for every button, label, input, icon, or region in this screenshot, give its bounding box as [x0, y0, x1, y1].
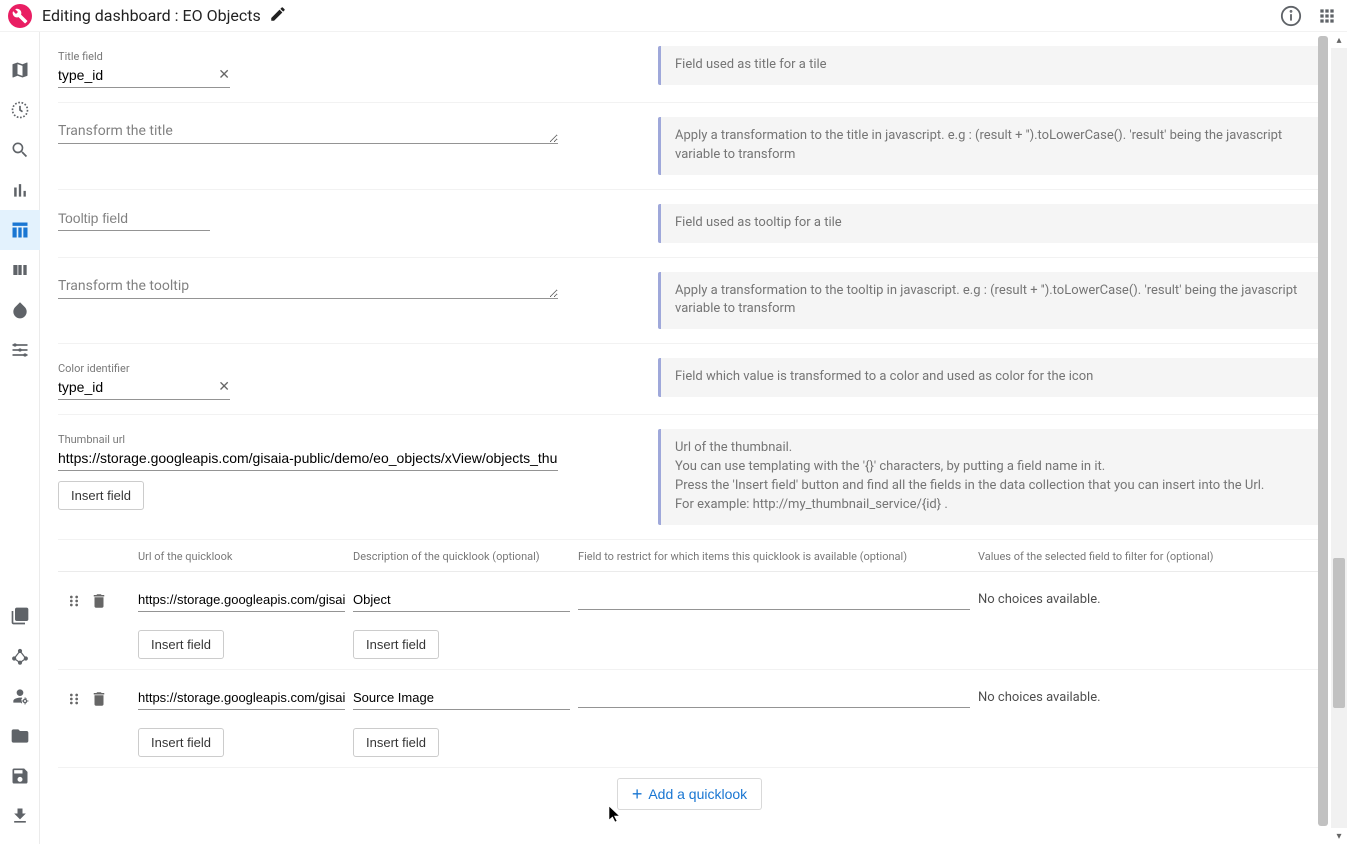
tune-icon	[10, 340, 30, 360]
quicklook-row: Insert field Insert field No choices ava…	[58, 572, 1321, 670]
sidebar-item-columns[interactable]	[0, 250, 40, 290]
title-field-label: Title field	[58, 50, 618, 63]
plus-icon: +	[632, 785, 643, 803]
apps-button[interactable]	[1315, 4, 1339, 28]
quicklook-url-input[interactable]	[138, 590, 345, 612]
quicklook-url-input[interactable]	[138, 688, 345, 710]
thumbnail-url-hint: Url of the thumbnail. You can use templa…	[658, 429, 1321, 524]
ql-header-url: Url of the quicklook	[138, 550, 353, 563]
download-icon	[10, 806, 30, 826]
scroll-up-arrow[interactable]: ▴	[1331, 32, 1347, 48]
sidebar-item-timeline[interactable]	[0, 90, 40, 130]
quicklook-restrict-input[interactable]	[578, 690, 970, 708]
sidebar-item-users[interactable]	[0, 676, 40, 716]
title-field-hint: Field used as title for a tile	[675, 56, 1307, 75]
add-quicklook-button[interactable]: + Add a quicklook	[617, 778, 762, 810]
drag-handle[interactable]	[66, 593, 82, 613]
quicklook-desc-input[interactable]	[353, 688, 570, 710]
bar-chart-icon	[10, 180, 30, 200]
sidebar-item-search[interactable]	[0, 130, 40, 170]
opacity-icon	[10, 300, 30, 320]
data-table-icon	[10, 220, 30, 240]
transform-title-hint: Apply a transformation to the title in j…	[675, 127, 1307, 165]
title-field-input[interactable]	[58, 65, 230, 88]
scroll-down-arrow[interactable]: ▾	[1331, 828, 1347, 844]
ql-header-restrict: Field to restrict for which items this q…	[578, 550, 978, 563]
graph-icon	[10, 646, 30, 666]
history-icon	[10, 100, 30, 120]
columns-icon	[10, 260, 30, 280]
inner-scrollbar[interactable]	[1315, 34, 1331, 842]
library-icon	[10, 606, 30, 626]
content-scroll[interactable]: Title field ✕ Field used as title for a …	[40, 32, 1331, 844]
clear-title-field[interactable]: ✕	[218, 67, 230, 83]
outer-scrollbar[interactable]: ▴ ▾	[1331, 32, 1347, 844]
edit-title-button[interactable]	[269, 5, 287, 27]
tooltip-field-input[interactable]	[58, 208, 210, 231]
drag-indicator-icon	[66, 691, 82, 707]
thumbnail-url-input[interactable]	[58, 448, 558, 471]
pencil-icon	[269, 5, 287, 23]
transform-title-input[interactable]	[58, 121, 558, 144]
title-prefix: Editing dashboard :	[42, 6, 179, 25]
trash-icon	[90, 592, 108, 610]
quicklook-header: Url of the quicklook Description of the …	[58, 540, 1321, 572]
ql-header-values: Values of the selected field to filter f…	[978, 550, 1321, 563]
delete-quicklook-button[interactable]	[90, 592, 108, 614]
sidebar-item-analytics[interactable]	[0, 170, 40, 210]
sidebar-item-settings[interactable]	[0, 330, 40, 370]
info-button[interactable]	[1279, 4, 1303, 28]
color-identifier-hint: Field which value is transformed to a co…	[675, 368, 1307, 387]
insert-field-ql-url-button[interactable]: Insert field	[138, 630, 224, 659]
thumbnail-url-label: Thumbnail url	[58, 433, 618, 446]
search-icon	[10, 140, 30, 160]
sidebar	[0, 32, 40, 844]
person-settings-icon	[10, 686, 30, 706]
save-icon	[10, 766, 30, 786]
transform-tooltip-input[interactable]	[58, 276, 558, 299]
sidebar-item-save[interactable]	[0, 756, 40, 796]
quicklook-row: Insert field Insert field No choices ava…	[58, 670, 1321, 768]
transform-tooltip-hint: Apply a transformation to the tooltip in…	[675, 282, 1307, 320]
insert-field-ql-desc-button[interactable]: Insert field	[353, 630, 439, 659]
folder-icon	[10, 726, 30, 746]
wrench-icon	[12, 8, 28, 24]
drag-handle[interactable]	[66, 691, 82, 711]
page-title: Editing dashboard : EO Objects	[42, 5, 287, 27]
sidebar-item-style[interactable]	[0, 290, 40, 330]
color-identifier-input[interactable]	[58, 377, 230, 400]
trash-icon	[90, 690, 108, 708]
sidebar-item-library[interactable]	[0, 596, 40, 636]
apps-icon	[1317, 6, 1337, 26]
info-icon	[1280, 5, 1302, 27]
sidebar-item-map[interactable]	[0, 50, 40, 90]
map-icon	[10, 60, 30, 80]
tooltip-field-hint: Field used as tooltip for a tile	[675, 214, 1307, 233]
sidebar-item-data-table[interactable]	[0, 210, 40, 250]
title-name: EO Objects	[183, 6, 261, 25]
app-logo	[8, 4, 32, 28]
color-identifier-label: Color identifier	[58, 362, 618, 375]
delete-quicklook-button[interactable]	[90, 690, 108, 712]
quicklook-desc-input[interactable]	[353, 590, 570, 612]
sidebar-item-graph[interactable]	[0, 636, 40, 676]
top-actions	[1279, 4, 1339, 28]
drag-indicator-icon	[66, 593, 82, 609]
quicklook-restrict-input[interactable]	[578, 592, 970, 610]
insert-field-ql-desc-button[interactable]: Insert field	[353, 728, 439, 757]
insert-field-thumbnail-button[interactable]: Insert field	[58, 481, 144, 510]
quicklook-values-text: No choices available.	[978, 688, 1321, 705]
insert-field-ql-url-button[interactable]: Insert field	[138, 728, 224, 757]
sidebar-item-folder[interactable]	[0, 716, 40, 756]
ql-header-desc: Description of the quicklook (optional)	[353, 550, 578, 563]
sidebar-item-download[interactable]	[0, 796, 40, 836]
main-panel: Title field ✕ Field used as title for a …	[40, 32, 1331, 844]
clear-color-identifier[interactable]: ✕	[218, 379, 230, 395]
quicklook-values-text: No choices available.	[978, 590, 1321, 607]
top-bar: Editing dashboard : EO Objects	[0, 0, 1347, 32]
